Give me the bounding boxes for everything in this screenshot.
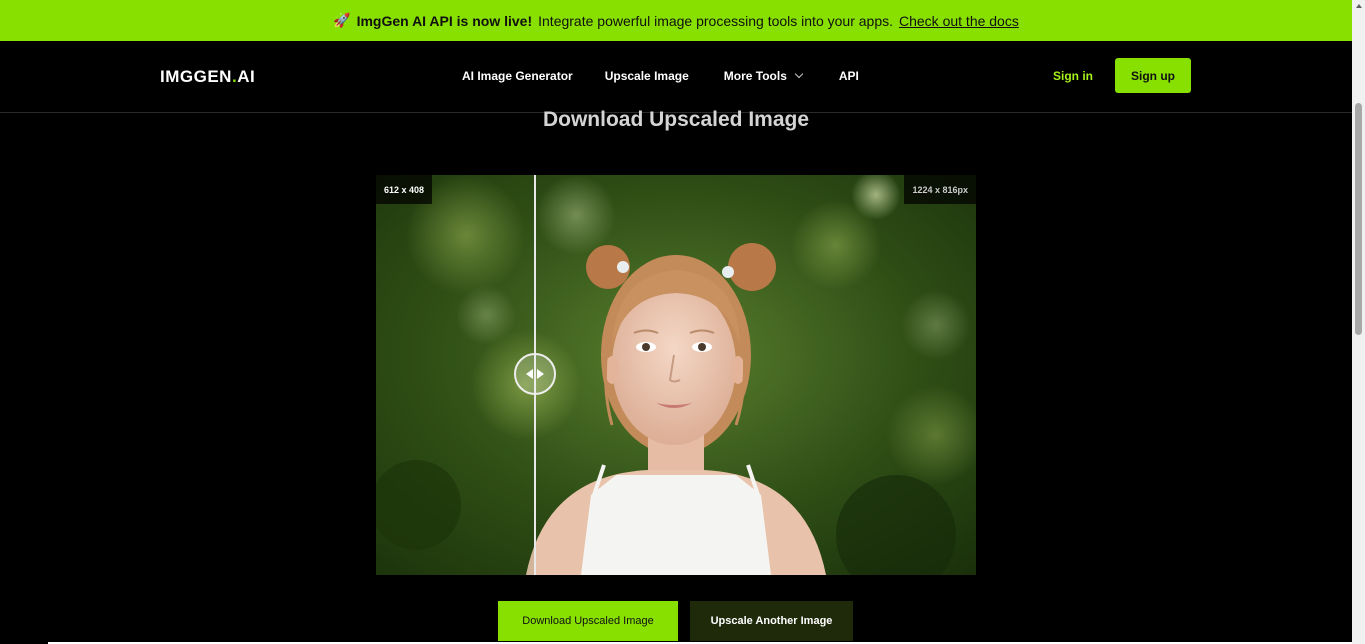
chevron-down-icon: [794, 69, 804, 79]
announcement-headline: ImgGen AI API is now live!: [356, 12, 533, 29]
main-nav: AI Image Generator Upscale Image More To…: [462, 69, 859, 83]
scroll-thumb[interactable]: [1355, 103, 1362, 335]
download-upscaled-button[interactable]: Download Upscaled Image: [498, 601, 678, 641]
upscaled-size-badge: 1224 x 816px: [904, 175, 976, 204]
original-size-badge: 612 x 408: [376, 175, 433, 204]
nav-ai-image-generator[interactable]: AI Image Generator: [462, 69, 573, 83]
docs-link[interactable]: Check out the docs: [899, 13, 1019, 29]
vertical-scrollbar[interactable]: [1352, 0, 1365, 644]
nav-more-tools[interactable]: More Tools: [723, 69, 804, 83]
nav-upscale-image[interactable]: Upscale Image: [605, 69, 689, 83]
nav-more-tools-label: More Tools: [723, 69, 787, 83]
arrow-right-icon: [537, 369, 544, 379]
arrow-left-icon: [526, 369, 533, 379]
nav-api[interactable]: API: [839, 69, 859, 83]
sign-in-link[interactable]: Sign in: [1053, 69, 1093, 83]
page-title: Download Upscaled Image: [542, 108, 810, 131]
logo-suffix: AI: [237, 67, 256, 86]
comparison-viewer[interactable]: 612 x 408 1224 x 816px: [376, 175, 976, 575]
announcement-bar: 🚀 ImgGen AI API is now live! Integrate p…: [0, 0, 1352, 41]
announcement-text: Integrate powerful image processing tool…: [538, 12, 893, 29]
sign-up-button[interactable]: Sign up: [1115, 58, 1191, 93]
rocket-icon: 🚀: [333, 12, 351, 28]
logo-main: IMGGEN: [160, 67, 232, 86]
site-header: IMGGEN.AI AI Image Generator Upscale Ima…: [0, 41, 1352, 113]
portrait-photo: [376, 175, 976, 575]
logo[interactable]: IMGGEN.AI: [160, 67, 255, 87]
slider-handle[interactable]: [514, 353, 556, 395]
scroll-up-arrow-icon[interactable]: [1356, 4, 1362, 8]
upscale-another-button[interactable]: Upscale Another Image: [690, 601, 853, 641]
